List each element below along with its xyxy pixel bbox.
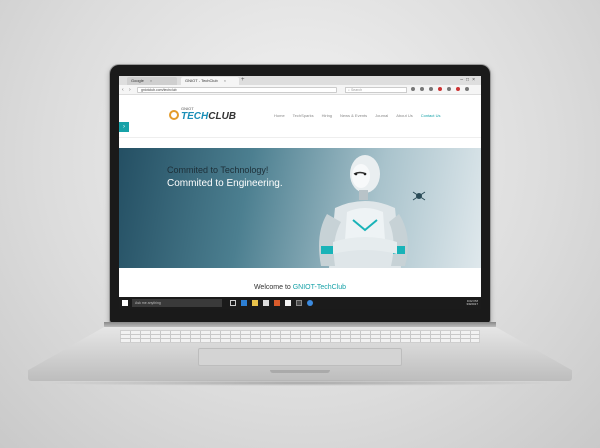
terminal-icon[interactable] <box>296 300 302 306</box>
chrome-icon[interactable] <box>285 300 291 306</box>
taskbar-icons <box>230 300 313 306</box>
tab-label: Google <box>131 78 144 83</box>
windows-taskbar: Ask me anything 9:02 PM 3/9/2017 <box>119 297 481 309</box>
toolbar-icons <box>411 87 469 91</box>
nav-hiring[interactable]: Hiring <box>322 113 332 118</box>
key-row-line <box>120 334 480 335</box>
welcome-club-name: GNIOT-TechClub <box>292 284 347 291</box>
nav-news-events[interactable]: News & Events <box>340 113 367 118</box>
clock-date: 3/9/2017 <box>466 302 478 306</box>
nav-about-us[interactable]: About Us <box>396 113 412 118</box>
bookmark-icon[interactable] <box>411 87 415 91</box>
hero-line-1: Commited to Technology! <box>167 165 269 175</box>
file-explorer-icon[interactable] <box>252 300 258 306</box>
ublock-icon[interactable] <box>456 87 460 91</box>
logo-part-b: CLUB <box>208 111 237 122</box>
browser-nav-bar: ‹ › gniotclub.com/techclub ⌕ Search <box>119 85 481 95</box>
browser-icon[interactable] <box>307 300 313 306</box>
nav-home[interactable]: Home <box>274 113 285 118</box>
welcome-prefix: Welcome to <box>253 284 293 291</box>
laptop-screen: Google × GNIOT - TechClub × + –□× ‹ › gnio… <box>119 76 481 309</box>
menu-icon[interactable] <box>465 87 469 91</box>
system-tray-clock[interactable]: 9:02 PM 3/9/2017 <box>466 299 478 307</box>
keyboard <box>120 330 480 343</box>
cortana-search-input[interactable]: Ask me anything <box>132 299 222 307</box>
site-nav: Home TechSparks Hiring News & Events Jou… <box>274 113 441 118</box>
laptop-lid: Google × GNIOT - TechClub × + –□× ‹ › gnio… <box>110 65 490 323</box>
download-icon[interactable] <box>420 87 424 91</box>
home-icon[interactable] <box>429 87 433 91</box>
logo-big-text: TECHCLUB <box>181 111 236 122</box>
nav-contact-us[interactable]: Contact Us <box>421 113 441 118</box>
lid-opening-notch <box>270 370 330 373</box>
key-row-line <box>120 338 480 339</box>
website: › GNIOT TECHCLUB Home TechSparks Hiring … <box>119 96 481 296</box>
addon-icon[interactable] <box>438 87 442 91</box>
site-logo[interactable]: GNIOT TECHCLUB <box>169 107 236 122</box>
welcome-heading: Welcome to GNIOT-TechClub <box>119 284 481 291</box>
windows-start-icon[interactable] <box>122 300 128 306</box>
tab-google[interactable]: Google × <box>127 77 177 85</box>
robot-image <box>319 155 426 268</box>
search-placeholder: Search <box>350 88 363 92</box>
extension-icon[interactable] <box>447 87 451 91</box>
hero-banner: Commited to Technology! Commited to Engi… <box>119 148 481 268</box>
trackpad <box>198 348 402 366</box>
close-icon[interactable]: × <box>224 78 226 83</box>
address-bar[interactable]: gniotclub.com/techclub <box>137 87 337 93</box>
tab-techclub[interactable]: GNIOT - TechClub × <box>181 77 239 85</box>
task-view-icon[interactable] <box>230 300 236 306</box>
side-menu-button[interactable]: › <box>119 122 129 132</box>
store-icon[interactable] <box>263 300 269 306</box>
browser-tab-bar: Google × GNIOT - TechClub × + –□× <box>119 76 481 85</box>
logo-part-a: TECH <box>181 111 209 122</box>
tab-label: GNIOT - TechClub <box>185 78 218 83</box>
forward-icon[interactable]: › <box>129 86 131 94</box>
laptop-shadow <box>40 380 560 386</box>
hero-line-2: Commited to Engineering. <box>167 178 283 189</box>
office-icon[interactable] <box>274 300 280 306</box>
nav-techsparks[interactable]: TechSparks <box>293 113 314 118</box>
new-tab-icon[interactable]: + <box>241 76 245 85</box>
window-controls[interactable]: –□× <box>460 76 478 85</box>
back-icon[interactable]: ‹ <box>122 86 124 94</box>
edge-icon[interactable] <box>241 300 247 306</box>
nav-journal[interactable]: Journal <box>375 113 388 118</box>
search-input[interactable]: ⌕ Search <box>345 87 407 93</box>
gear-icon <box>169 109 179 120</box>
close-icon[interactable]: × <box>150 78 152 83</box>
divider <box>119 137 481 138</box>
